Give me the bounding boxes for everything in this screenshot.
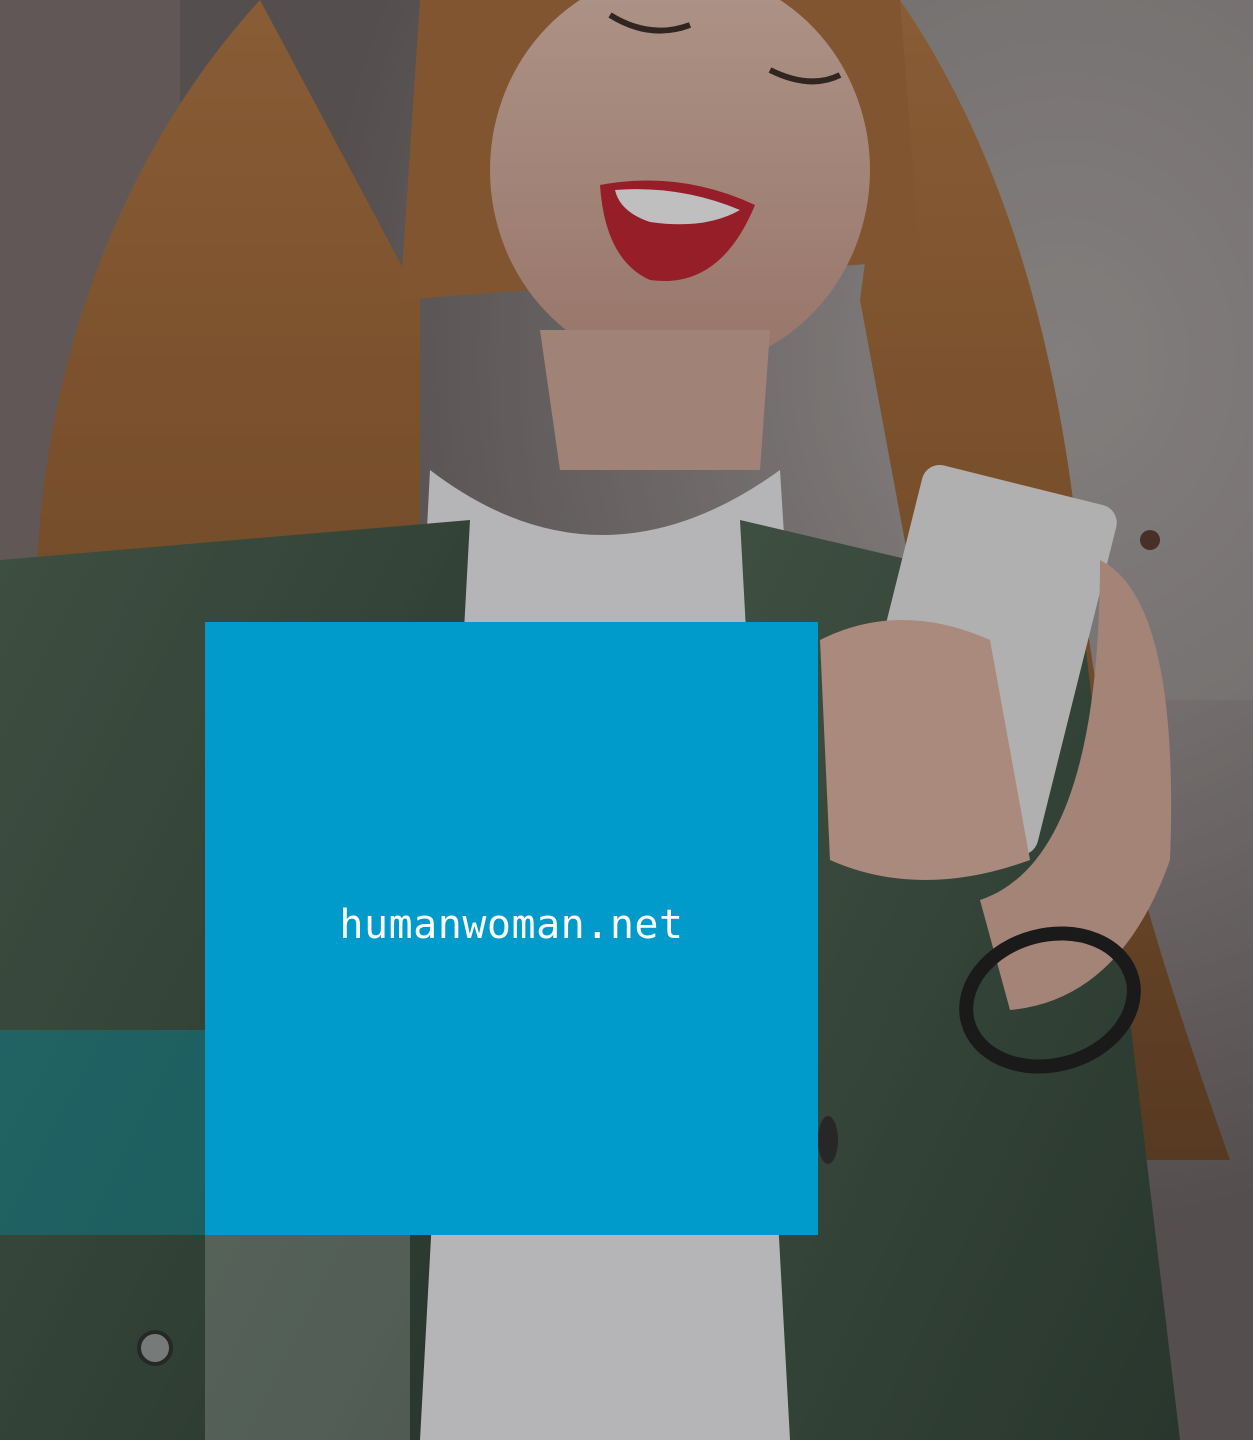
site-domain-label: humanwoman.net — [339, 901, 684, 948]
decorative-teal-panel — [0, 1030, 205, 1235]
brand-square: humanwoman.net — [205, 622, 818, 1235]
decorative-light-panel — [205, 1235, 410, 1440]
